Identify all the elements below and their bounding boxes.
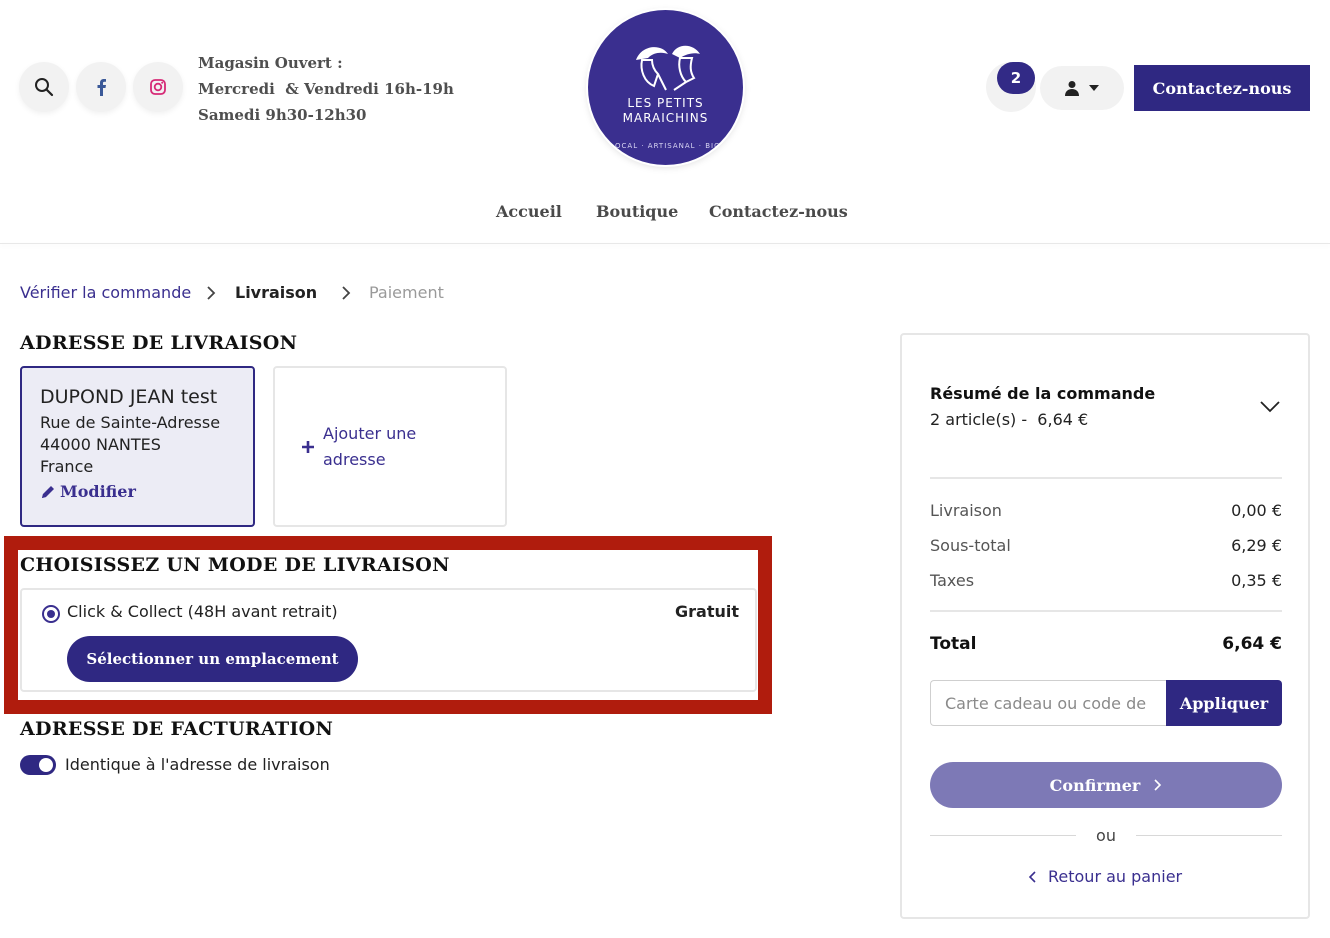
breadcrumb-step-verify[interactable]: Vérifier la commande bbox=[20, 283, 191, 302]
back-to-cart-link[interactable]: Retour au panier bbox=[1028, 867, 1182, 886]
delivery-option-card[interactable]: Click & Collect (48H avant retrait) Grat… bbox=[20, 588, 757, 692]
instagram-link[interactable] bbox=[133, 62, 183, 112]
logo-text: LES PETITS bbox=[627, 96, 704, 110]
summary-row-delivery: Livraison 0,00 € bbox=[930, 501, 1282, 520]
store-hours-title: Magasin Ouvert : bbox=[198, 54, 343, 72]
divider bbox=[930, 477, 1282, 479]
user-icon bbox=[1065, 81, 1079, 96]
account-menu-button[interactable] bbox=[1040, 66, 1124, 110]
summary-row-value: 0,00 € bbox=[1231, 501, 1282, 520]
logo-illustration-icon bbox=[636, 45, 700, 91]
logo-text: MARAICHINS bbox=[622, 111, 709, 125]
confirm-button[interactable]: Confirmer bbox=[930, 762, 1282, 808]
divider bbox=[1136, 835, 1282, 836]
address-name: DUPOND JEAN test bbox=[40, 386, 218, 408]
delivery-option-label: Click & Collect (48H avant retrait) bbox=[67, 602, 338, 621]
store-hours-line: Samedi 9h30-12h30 bbox=[198, 106, 367, 124]
shipping-address-title: ADRESSE DE LIVRAISON bbox=[20, 332, 298, 354]
billing-address-title: ADRESSE DE FACTURATION bbox=[20, 718, 334, 740]
site-logo[interactable]: LES PETITS MARAICHINS LOCAL · ARTISANAL … bbox=[588, 10, 743, 165]
chevron-right-icon bbox=[207, 286, 216, 300]
coupon-input[interactable] bbox=[930, 680, 1166, 726]
summary-row-label: Sous-total bbox=[930, 536, 1011, 555]
summary-row-value: 6,29 € bbox=[1231, 536, 1282, 555]
add-address-card[interactable]: Ajouter une adresse bbox=[273, 366, 507, 527]
back-to-cart-label: Retour au panier bbox=[1048, 867, 1183, 886]
summary-row-label: Taxes bbox=[930, 571, 975, 590]
breadcrumb-step-payment: Paiement bbox=[369, 283, 444, 302]
summary-row-taxes: Taxes 0,35 € bbox=[930, 571, 1282, 590]
summary-row-value: 0,35 € bbox=[1231, 571, 1282, 590]
modify-label: Modifier bbox=[60, 482, 136, 501]
apply-coupon-button[interactable]: Appliquer bbox=[1166, 680, 1282, 726]
delivery-mode-title: CHOISISSEZ UN MODE DE LIVRAISON bbox=[20, 554, 450, 576]
divider bbox=[930, 835, 1076, 836]
address-city: 44000 NANTES bbox=[40, 435, 161, 454]
same-address-toggle[interactable] bbox=[20, 755, 56, 775]
add-address-label: Ajouter une bbox=[323, 423, 417, 443]
facebook-icon bbox=[97, 79, 106, 96]
summary-row-label: Livraison bbox=[930, 501, 1002, 520]
cart-count-badge: 2 bbox=[997, 62, 1035, 94]
instagram-icon bbox=[150, 79, 166, 95]
address-country: France bbox=[40, 457, 94, 476]
search-icon bbox=[35, 78, 54, 97]
summary-title: Résumé de la commande bbox=[930, 384, 1156, 403]
coupon-form: Appliquer bbox=[930, 680, 1282, 726]
confirm-label: Confirmer bbox=[1049, 775, 1141, 795]
summary-subtitle: 2 article(s) - 6,64 € bbox=[930, 410, 1089, 429]
breadcrumb-step-delivery: Livraison bbox=[235, 283, 318, 302]
same-address-label: Identique à l'adresse de livraison bbox=[65, 755, 330, 774]
pencil-icon bbox=[42, 485, 54, 498]
or-label: ou bbox=[1096, 826, 1116, 845]
address-card-selected[interactable]: DUPOND JEAN test Rue de Sainte-Adresse 4… bbox=[20, 366, 255, 527]
chevron-down-icon[interactable] bbox=[1260, 401, 1280, 413]
summary-total: Total 6,64 € bbox=[930, 634, 1282, 654]
divider bbox=[930, 610, 1282, 612]
summary-row-subtotal: Sous-total 6,29 € bbox=[930, 536, 1282, 555]
search-button[interactable] bbox=[19, 62, 69, 112]
total-label: Total bbox=[930, 634, 977, 654]
header-divider bbox=[0, 243, 1330, 244]
contact-button[interactable]: Contactez-nous bbox=[1134, 65, 1310, 111]
chevron-right-icon bbox=[1154, 779, 1162, 791]
facebook-link[interactable] bbox=[76, 62, 126, 112]
delivery-option-price: Gratuit bbox=[675, 602, 739, 621]
add-address-label: adresse bbox=[323, 449, 386, 469]
caret-down-icon bbox=[1089, 85, 1099, 91]
nav-item-boutique[interactable]: Boutique bbox=[596, 202, 678, 221]
delivery-option-radio[interactable] bbox=[42, 605, 60, 623]
total-value: 6,64 € bbox=[1222, 634, 1282, 654]
nav-item-contact[interactable]: Contactez-nous bbox=[709, 202, 848, 221]
modify-address-link[interactable]: Modifier bbox=[40, 482, 235, 501]
logo-tagline: LOCAL · ARTISANAL · BIO bbox=[610, 142, 721, 150]
nav-item-accueil[interactable]: Accueil bbox=[496, 202, 562, 221]
address-street: Rue de Sainte-Adresse bbox=[40, 413, 221, 432]
order-summary: Résumé de la commande 2 article(s) - 6,6… bbox=[900, 333, 1310, 919]
store-hours: Magasin Ouvert : Mercredi & Vendredi 16h… bbox=[198, 50, 454, 128]
store-hours-line: Mercredi & Vendredi 16h-19h bbox=[198, 80, 454, 98]
plus-icon bbox=[302, 440, 314, 453]
select-location-button[interactable]: Sélectionner un emplacement bbox=[67, 636, 358, 682]
chevron-left-icon bbox=[1028, 870, 1036, 883]
chevron-right-icon bbox=[342, 286, 351, 300]
